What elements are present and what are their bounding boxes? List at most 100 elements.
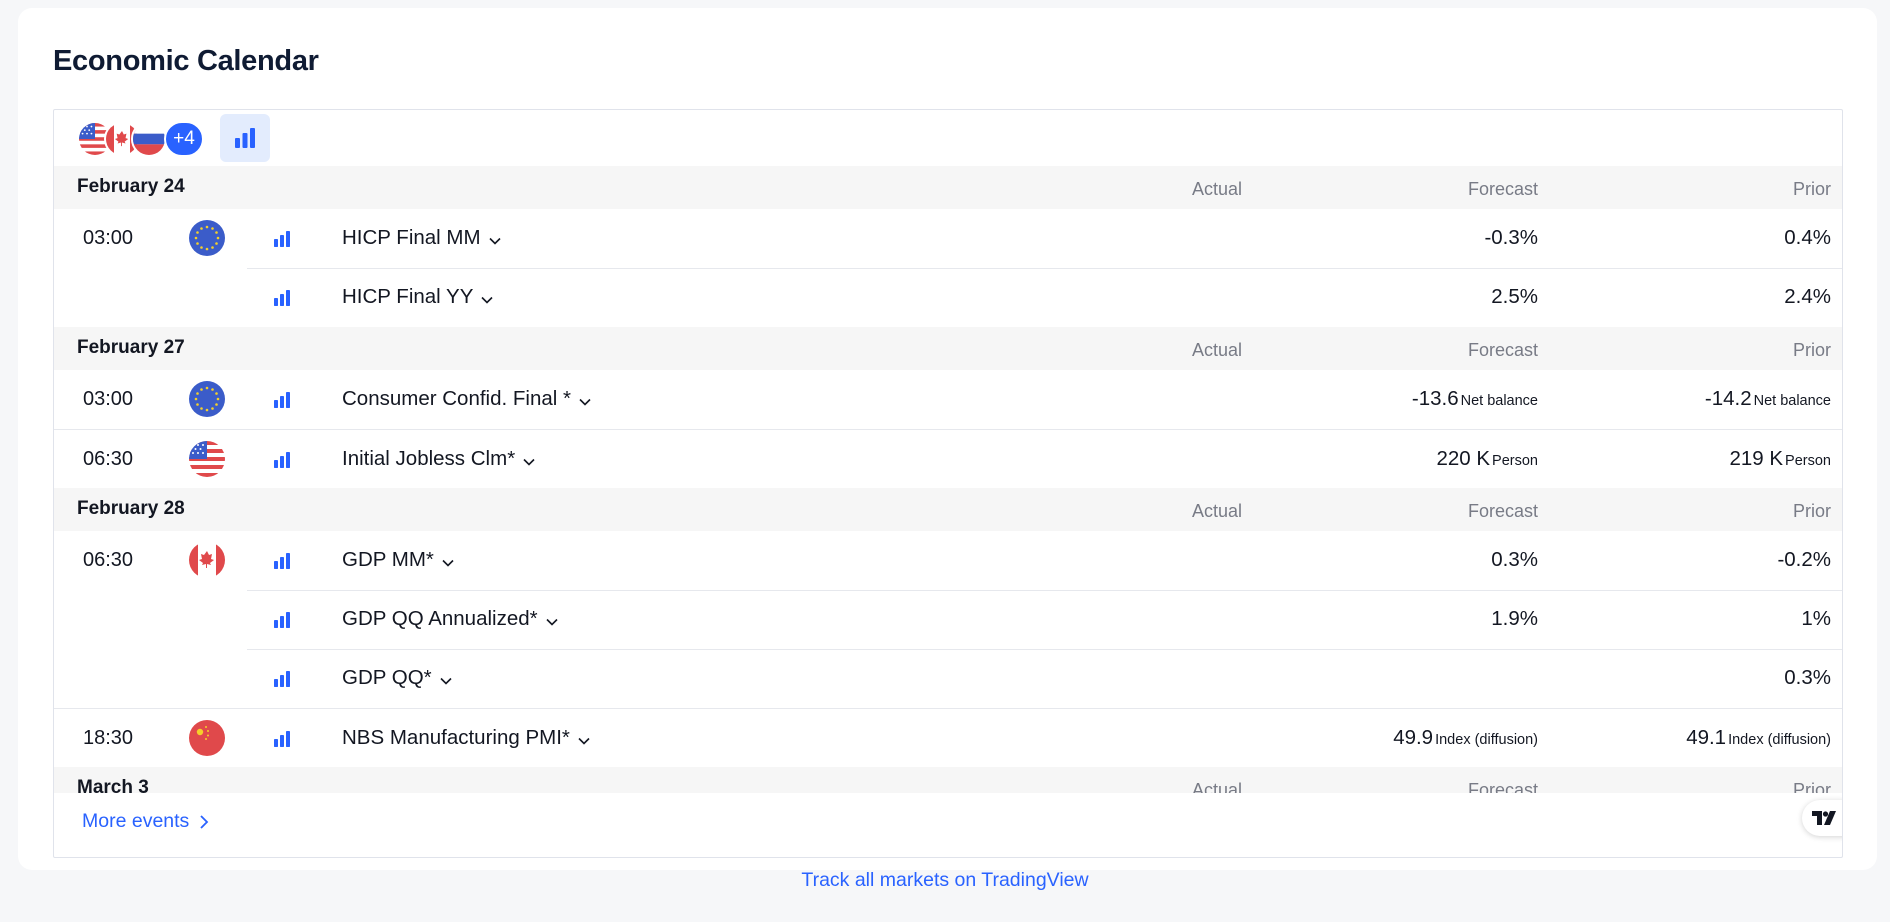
chevron-down-icon	[442, 549, 454, 573]
event-name-text: NBS Manufacturing PMI*	[342, 726, 570, 749]
forecast-value: 2.5%	[1491, 285, 1538, 309]
prior-value: 219 K Person	[1729, 447, 1831, 471]
chevron-down-icon	[578, 727, 590, 751]
prior-value-unit: Person	[1785, 453, 1831, 469]
event-name[interactable]: HICP Final YY	[342, 285, 493, 310]
importance-filter-button[interactable]	[220, 114, 270, 162]
event-name[interactable]: Consumer Confid. Final *	[342, 387, 591, 412]
china-flag-icon	[189, 720, 225, 756]
prior-value: 1%	[1801, 607, 1831, 631]
forecast-column-header: Forecast	[1467, 501, 1538, 521]
row-divider	[247, 268, 1842, 269]
importance-icon	[273, 552, 291, 570]
event-name-text: GDP MM*	[342, 548, 434, 571]
event-time: 06:30	[83, 448, 134, 470]
events-table: February 24 Actual Forecast Prior 03:00 HICP …	[54, 166, 1842, 793]
event-time: 18:30	[83, 727, 134, 749]
prior-value: 2.4%	[1784, 285, 1831, 309]
event-name[interactable]: GDP QQ*	[342, 666, 452, 691]
event-row[interactable]: 03:00 HICP Final MM -0.3% 0.4%	[54, 209, 1842, 268]
chevron-down-icon	[481, 286, 493, 310]
prior-column-header: Prior	[1792, 501, 1831, 521]
date-label: February 27	[77, 337, 185, 358]
event-row[interactable]: 03:00 Consumer Confid. Final * -13.6 Net ba…	[54, 370, 1842, 429]
track-markets-link[interactable]: Track all markets on TradingView	[0, 869, 1890, 892]
event-name-text: Initial Jobless Clm*	[342, 447, 516, 470]
importance-icon	[273, 670, 291, 688]
importance-icon	[273, 230, 291, 248]
importance-icon	[273, 730, 291, 748]
event-row[interactable]: 18:30 NBS Manufacturing PMI* 49.9 Index (di…	[54, 708, 1842, 767]
forecast-value: -0.3%	[1484, 226, 1538, 250]
event-row[interactable]: 06:30 Initial Jobless Clm* 220 K Person 219 …	[54, 429, 1842, 488]
forecast-value-text: 220 K	[1436, 447, 1491, 470]
event-name-text: GDP QQ Annualized*	[342, 607, 538, 630]
actual-column-header: Actual	[1191, 179, 1242, 199]
forecast-value: 0.3%	[1491, 548, 1538, 572]
importance-icon	[273, 611, 291, 629]
forecast-value: 49.9 Index (diffusion)	[1393, 726, 1538, 750]
chevron-down-icon	[546, 608, 558, 632]
prior-value: -0.2%	[1777, 548, 1831, 572]
forecast-value-unit: Net balance	[1460, 393, 1538, 409]
event-name-text: HICP Final MM	[342, 226, 481, 249]
event-time: 03:00	[83, 227, 134, 249]
more-countries-badge: +4	[164, 121, 204, 157]
forecast-value-text: 1.9%	[1491, 607, 1538, 630]
event-row[interactable]: HICP Final YY 2.5% 2.4%	[54, 268, 1842, 327]
tradingview-logo[interactable]	[1802, 800, 1842, 836]
date-header-row: February 27 Actual Forecast Prior	[54, 327, 1842, 370]
date-label: March 3	[77, 777, 149, 793]
importance-icon	[273, 391, 291, 409]
prior-value-unit: Index (diffusion)	[1728, 732, 1831, 748]
event-name-text: GDP QQ*	[342, 666, 432, 689]
forecast-value-text: 49.9	[1393, 726, 1434, 749]
forecast-value-text: 2.5%	[1491, 285, 1538, 308]
forecast-column-header: Forecast	[1467, 179, 1538, 199]
chevron-down-icon	[440, 667, 452, 691]
forecast-value: 1.9%	[1491, 607, 1538, 631]
event-name-text: HICP Final YY	[342, 285, 474, 308]
more-events-label: More events	[82, 810, 190, 832]
event-time: 03:00	[83, 388, 134, 410]
date-header-row: February 28 Actual Forecast Prior	[54, 488, 1842, 531]
event-name[interactable]: GDP QQ Annualized*	[342, 607, 558, 632]
more-events-link[interactable]: More events	[82, 810, 209, 833]
prior-column-header: Prior	[1792, 179, 1831, 199]
prior-value-text: 0.3%	[1784, 666, 1831, 689]
forecast-column-header: Forecast	[1467, 780, 1538, 793]
prior-value: 0.4%	[1784, 226, 1831, 250]
event-name[interactable]: NBS Manufacturing PMI*	[342, 726, 590, 751]
event-row[interactable]: GDP QQ* 0.3%	[54, 649, 1842, 708]
prior-value-text: 0.4%	[1784, 226, 1831, 249]
event-row[interactable]: GDP QQ Annualized* 1.9% 1%	[54, 590, 1842, 649]
toolbar: +4	[54, 110, 1842, 166]
event-time: 06:30	[83, 549, 134, 571]
prior-value: 0.3%	[1784, 666, 1831, 690]
event-name[interactable]: Initial Jobless Clm*	[342, 447, 535, 472]
forecast-column-header: Forecast	[1467, 340, 1538, 360]
russia-flag-icon	[131, 121, 167, 157]
forecast-value: -13.6 Net balance	[1412, 387, 1538, 411]
event-name[interactable]: GDP MM*	[342, 548, 454, 573]
event-row[interactable]: 06:30 GDP MM* 0.3% -0.2%	[54, 531, 1842, 590]
event-name[interactable]: HICP Final MM	[342, 226, 501, 251]
row-divider	[247, 590, 1842, 591]
date-label: February 24	[77, 176, 185, 197]
forecast-value-unit: Person	[1492, 453, 1538, 469]
eu-flag-icon	[189, 381, 225, 417]
prior-value-text: 219 K	[1729, 447, 1784, 470]
page-title: Economic Calendar	[53, 45, 319, 77]
eu-flag-icon	[189, 220, 225, 256]
forecast-value-text: 0.3%	[1491, 548, 1538, 571]
prior-value-text: 2.4%	[1784, 285, 1831, 308]
importance-icon	[273, 289, 291, 307]
actual-column-header: Actual	[1191, 780, 1242, 793]
canada-flag-icon	[189, 542, 225, 578]
actual-column-header: Actual	[1191, 340, 1242, 360]
prior-value-unit: Net balance	[1753, 393, 1831, 409]
chevron-down-icon	[489, 227, 501, 251]
tradingview-logo-icon	[1812, 811, 1836, 825]
event-name-text: Consumer Confid. Final *	[342, 387, 572, 410]
prior-value-text: -0.2%	[1777, 548, 1831, 571]
